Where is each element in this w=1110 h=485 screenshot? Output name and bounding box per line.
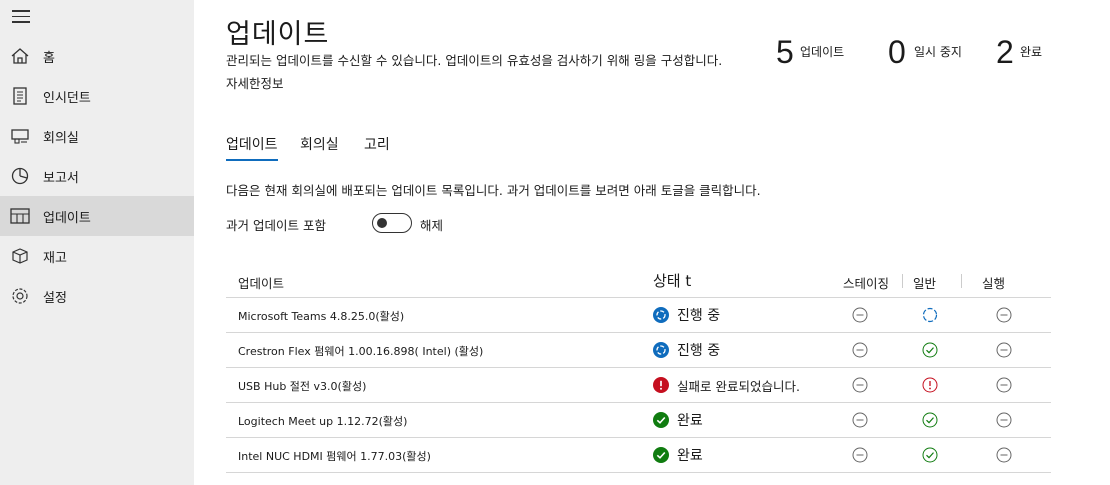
not-started-icon (852, 377, 868, 393)
table-row[interactable]: Microsoft Teams 4.8.25.0(활성) 진행 중 (226, 298, 1051, 333)
past-updates-toggle[interactable] (372, 213, 412, 233)
success-filled-icon (653, 412, 669, 428)
update-name: Microsoft Teams 4.8.25.0(활성) (238, 310, 405, 323)
table-row[interactable]: Intel NUC HDMI 펌웨어 1.77.03(활성) 완료 (226, 438, 1051, 473)
inventory-icon (12, 248, 28, 264)
stat-label: 일시 중지 (914, 45, 962, 59)
sidebar-item-inventory[interactable]: 재고 (0, 236, 194, 276)
not-started-icon (996, 412, 1012, 428)
status-text: 진행 중 (677, 343, 721, 359)
main-content: 업데이트 관리되는 업데이트를 수신할 수 있습니다. 업데이트의 유효성을 검… (194, 0, 1110, 485)
error-outline-icon (922, 377, 938, 393)
column-header-run[interactable]: 실행 (982, 273, 1005, 292)
sidebar-item-reports[interactable]: 보고서 (0, 156, 194, 196)
gear-icon (12, 288, 28, 304)
tab-rings[interactable]: 고리 (364, 134, 390, 154)
status-text: 완료 (677, 413, 703, 429)
stat-value: 2 (996, 34, 1014, 70)
sidebar-item-updates[interactable]: 업데이트 (0, 196, 194, 236)
sidebar: 홈 인시던트 회의실 보고서 업데이트 재고 설정 (0, 0, 194, 485)
status-text: 완료 (677, 448, 703, 464)
update-name: Logitech Meet up 1.12.72(활성) (238, 415, 408, 428)
update-name: Intel NUC HDMI 펌웨어 1.77.03(활성) (238, 450, 431, 463)
not-started-icon (996, 307, 1012, 323)
column-header-status[interactable]: 상태 t (653, 270, 691, 291)
list-description: 다음은 현재 회의실에 배포되는 업데이트 목록입니다. 과거 업데이트를 보려… (226, 183, 761, 198)
updates-icon (10, 208, 30, 224)
not-started-icon (852, 342, 868, 358)
sidebar-item-label: 회의실 (43, 130, 79, 146)
table-header: 업데이트 상태 t 스테이징 일반 실행 (226, 264, 1051, 298)
sidebar-item-home[interactable]: 홈 (0, 36, 194, 76)
in-progress-icon (653, 307, 669, 323)
stat-value: 0 (888, 34, 906, 70)
not-started-icon (852, 307, 868, 323)
success-outline-icon (922, 342, 938, 358)
column-header-general[interactable]: 일반 (913, 273, 936, 292)
more-info-link[interactable]: 자세한정보 (226, 73, 284, 92)
sidebar-item-label: 인시던트 (43, 90, 91, 106)
status-text: 진행 중 (677, 308, 721, 324)
sidebar-item-settings[interactable]: 설정 (0, 276, 194, 316)
success-outline-icon (922, 447, 938, 463)
sidebar-item-label: 보고서 (43, 170, 79, 186)
home-icon (11, 48, 29, 64)
update-name: Crestron Flex 펌웨어 1.00.16.898( Intel) (활… (238, 345, 484, 358)
not-started-icon (996, 377, 1012, 393)
toggle-state-label: 해제 (420, 218, 444, 233)
success-outline-icon (922, 412, 938, 428)
success-filled-icon (653, 447, 669, 463)
status-text: 실패로 완료되었습니다. (677, 379, 800, 394)
page-description: 관리되는 업데이트를 수신할 수 있습니다. 업데이트의 유효성을 검사하기 위… (226, 53, 723, 68)
clipboard-icon (13, 87, 27, 105)
stat-label: 업데이트 (800, 45, 845, 59)
hamburger-menu-icon[interactable] (12, 10, 30, 24)
stat-label: 완료 (1020, 45, 1043, 59)
sidebar-item-incidents[interactable]: 인시던트 (0, 76, 194, 116)
table-body: Microsoft Teams 4.8.25.0(활성) 진행 중 Crestron… (226, 298, 1051, 473)
error-filled-icon (653, 377, 669, 393)
stat-value: 5 (776, 34, 794, 70)
column-separator (961, 274, 962, 288)
sidebar-item-label: 설정 (43, 290, 67, 306)
sidebar-item-rooms[interactable]: 회의실 (0, 116, 194, 156)
not-started-icon (996, 342, 1012, 358)
room-icon (11, 129, 29, 144)
updates-table: 업데이트 상태 t 스테이징 일반 실행 Microsoft Teams 4.8… (226, 264, 1051, 473)
column-separator (902, 274, 903, 288)
tab-rooms[interactable]: 회의실 (300, 134, 339, 154)
column-header-staging[interactable]: 스테이징 (843, 273, 889, 292)
column-header-update[interactable]: 업데이트 (238, 273, 284, 292)
sidebar-item-label: 홈 (43, 50, 55, 66)
progress-spinner-icon (922, 307, 938, 323)
update-name: USB Hub 절전 v3.0(활성) (238, 380, 367, 393)
pie-chart-icon (11, 167, 29, 185)
table-row[interactable]: Crestron Flex 펌웨어 1.00.16.898( Intel) (활… (226, 333, 1051, 368)
toggle-label: 과거 업데이트 포함 (226, 218, 326, 233)
table-row[interactable]: USB Hub 절전 v3.0(활성) 실패로 완료되었습니다. (226, 368, 1051, 403)
in-progress-icon (653, 342, 669, 358)
page-title: 업데이트 (226, 19, 330, 50)
tab-updates[interactable]: 업데이트 (226, 134, 278, 161)
table-row[interactable]: Logitech Meet up 1.12.72(활성) 완료 (226, 403, 1051, 438)
not-started-icon (852, 447, 868, 463)
toggle-knob (377, 217, 387, 228)
not-started-icon (996, 447, 1012, 463)
not-started-icon (852, 412, 868, 428)
sidebar-item-label: 업데이트 (43, 210, 91, 226)
sidebar-item-label: 재고 (43, 250, 67, 266)
